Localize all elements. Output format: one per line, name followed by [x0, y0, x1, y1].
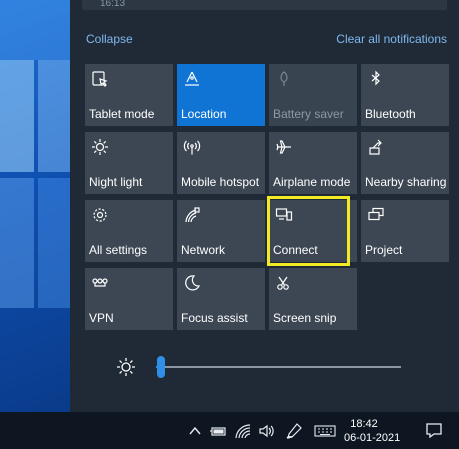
- night-light-icon: [92, 139, 108, 155]
- desktop-wallpaper: [0, 0, 70, 412]
- tile-label: Bluetooth: [365, 107, 416, 121]
- tile-battery-saver[interactable]: Battery saver: [269, 64, 357, 126]
- location-icon: [185, 71, 199, 86]
- tile-label: Location: [181, 107, 227, 121]
- tile-label: Battery saver: [273, 107, 344, 121]
- tile-label: Mobile hotspot: [181, 175, 260, 189]
- tile-night-light[interactable]: Night light: [85, 132, 173, 194]
- tile-vpn[interactable]: VPN: [85, 268, 173, 330]
- taskbar-clock[interactable]: 18:42 06-01-2021: [344, 417, 401, 445]
- tile-label: Night light: [89, 175, 143, 189]
- tile-tablet-mode[interactable]: Tablet mode: [85, 64, 173, 126]
- tile-label: Nearby sharing: [365, 175, 447, 189]
- project-icon: [368, 207, 384, 221]
- tile-airplane-mode[interactable]: Airplane mode: [269, 132, 357, 194]
- nearby-sharing-icon: [369, 139, 382, 155]
- tile-label: VPN: [89, 311, 114, 325]
- brightness-slider-track[interactable]: [156, 366, 401, 368]
- tile-connect[interactable]: Connect: [269, 200, 357, 262]
- wifi-icon[interactable]: [235, 423, 251, 439]
- tile-nearby-sharing[interactable]: Nearby sharing: [361, 132, 449, 194]
- tile-label: Focus assist: [181, 311, 248, 325]
- battery-icon[interactable]: [209, 423, 227, 439]
- tile-project[interactable]: Project: [361, 200, 449, 262]
- chevron-up-icon[interactable]: [188, 423, 202, 439]
- tile-label: Project: [365, 243, 403, 257]
- network-icon: [185, 207, 200, 223]
- vpn-icon: [92, 278, 108, 287]
- action-center-button[interactable]: [410, 412, 459, 449]
- tile-location[interactable]: Location: [177, 64, 265, 126]
- tile-bluetooth[interactable]: Bluetooth: [361, 64, 449, 126]
- clock-date: 06-01-2021: [344, 432, 401, 444]
- bluetooth-icon: [371, 70, 380, 86]
- clock-time: 18:42: [350, 418, 378, 430]
- action-center-icon: [426, 423, 442, 439]
- notification-time: 16:13: [100, 0, 126, 9]
- tile-label: All settings: [89, 243, 148, 257]
- tile-all-settings[interactable]: All settings: [85, 200, 173, 262]
- keyboard-icon[interactable]: [314, 423, 336, 439]
- gear-icon: [93, 208, 107, 222]
- taskbar: 18:42 06-01-2021: [0, 412, 459, 449]
- tile-screen-snip[interactable]: Screen snip: [269, 268, 357, 330]
- volume-icon[interactable]: [258, 423, 276, 439]
- connect-icon: [275, 208, 293, 221]
- tile-label: Screen snip: [273, 311, 337, 325]
- tile-label: Network: [181, 243, 226, 257]
- airplane-icon: [276, 140, 291, 154]
- tablet-mode-icon: [92, 71, 108, 87]
- battery-saver-icon: [280, 71, 288, 86]
- tile-label: Tablet mode: [89, 107, 155, 121]
- tile-mobile-hotspot[interactable]: Mobile hotspot: [177, 132, 265, 194]
- pen-icon[interactable]: [285, 423, 303, 439]
- tile-network[interactable]: Network: [177, 200, 265, 262]
- screen-snip-icon: [277, 276, 289, 290]
- moon-icon: [185, 275, 201, 291]
- tile-focus-assist[interactable]: Focus assist: [177, 268, 265, 330]
- sun-icon: [117, 358, 135, 376]
- clear-all-notifications-link[interactable]: Clear all notifications: [336, 32, 447, 46]
- notification-card[interactable]: 16:13: [82, 0, 447, 10]
- tile-label: Connect: [273, 243, 318, 257]
- mobile-hotspot-icon: [183, 140, 201, 155]
- tile-label: Airplane mode: [273, 175, 351, 189]
- brightness-slider-thumb[interactable]: [157, 356, 165, 378]
- collapse-link[interactable]: Collapse: [86, 32, 133, 46]
